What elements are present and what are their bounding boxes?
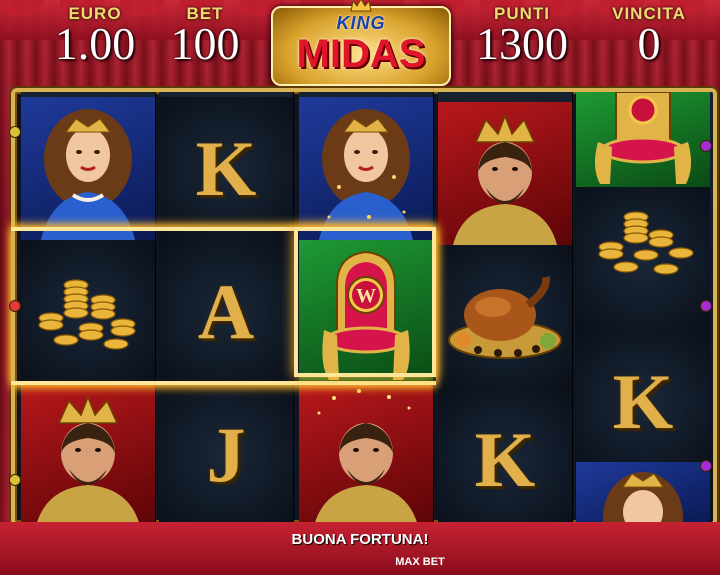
logo-king-text: KING (336, 13, 386, 33)
queen-symbol (299, 97, 433, 240)
reel-1 (21, 92, 156, 522)
letter-k: K (474, 416, 536, 503)
status-message: BUONA FORTUNA! (291, 531, 429, 548)
bet-stat[interactable]: BET 100 (155, 4, 255, 69)
vincita-value: 0 (637, 18, 661, 69)
king-icon (453, 113, 557, 245)
bottom-bar (0, 522, 720, 575)
letter-k: K (195, 125, 257, 212)
roast-chicken-icon (448, 276, 562, 359)
queen-icon (41, 109, 135, 240)
payline-marker-left-mid[interactable] (9, 300, 21, 312)
reel-5: K (576, 92, 713, 522)
bet-value: 100 (170, 18, 240, 69)
logo-midas-text: MIDAS (296, 32, 426, 76)
payline-marker-left-top[interactable] (9, 126, 21, 138)
vincita-stat: VINCITA 0 (596, 4, 702, 69)
queen-icon (319, 109, 413, 240)
max-bet-button[interactable]: MAX BET (380, 556, 460, 568)
coins-symbol (21, 240, 155, 383)
king-symbol (21, 383, 155, 522)
king-icon (315, 389, 417, 522)
payline-marker-right-bottom[interactable] (700, 460, 712, 472)
payline-marker-right-top[interactable] (700, 140, 712, 152)
queen-symbol (576, 462, 710, 522)
a-symbol: A (159, 240, 293, 383)
throne-symbol (576, 92, 710, 187)
king-midas-logo: KING MIDAS (271, 0, 451, 86)
roast-chicken-symbol (438, 245, 572, 388)
winning-symbol-frame (294, 227, 436, 377)
k-symbol: K (159, 97, 293, 240)
king-icon (37, 394, 139, 522)
queen-icon (603, 472, 683, 522)
reel-2: K A J (159, 92, 294, 522)
crown-icon (350, 0, 372, 12)
gold-coins-icon (598, 211, 694, 275)
gold-coins-icon (38, 279, 136, 350)
king-symbol (299, 383, 433, 522)
j-symbol: J (159, 383, 293, 522)
letter-k: K (612, 358, 674, 445)
euro-stat[interactable]: EURO 1.00 (30, 4, 160, 69)
punti-stat: PUNTI 1300 (462, 4, 582, 69)
payline-marker-left-bottom[interactable] (9, 474, 21, 486)
letter-a: A (197, 268, 255, 355)
king-symbol (438, 102, 572, 245)
queen-symbol (21, 97, 155, 240)
euro-value: 1.00 (54, 18, 136, 69)
reel-4: K (438, 92, 573, 522)
punti-value: 1300 (476, 18, 568, 69)
letter-j: J (206, 411, 246, 498)
k-symbol: K (576, 330, 710, 473)
throne-icon (594, 92, 692, 184)
k-symbol: K (438, 388, 572, 522)
payline-marker-right-mid[interactable] (700, 300, 712, 312)
coins-symbol (576, 187, 710, 330)
